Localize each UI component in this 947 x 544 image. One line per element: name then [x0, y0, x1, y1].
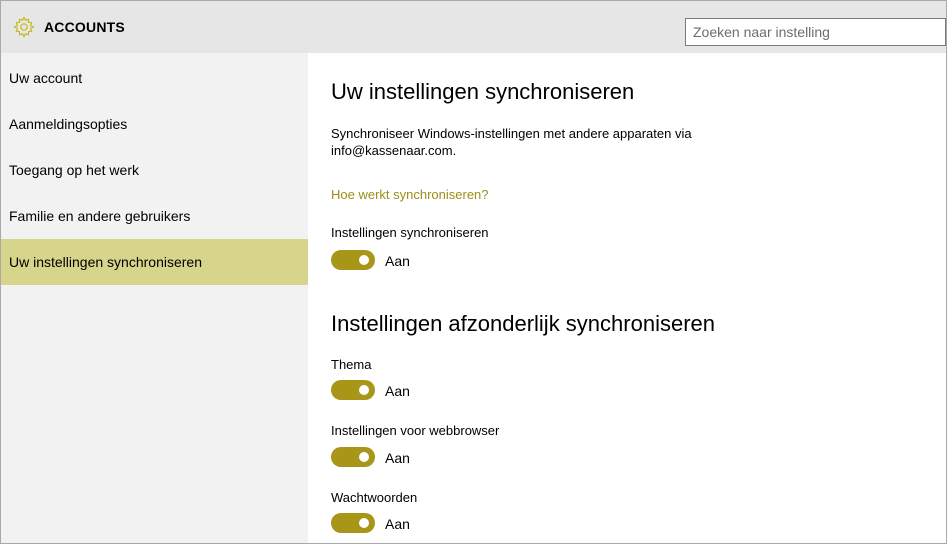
passwords-toggle[interactable]: [331, 513, 375, 533]
toggle-knob: [359, 255, 369, 265]
toggle-knob: [359, 452, 369, 462]
theme-state: Aan: [385, 383, 410, 399]
sync-description-line1: Synchroniseer Windows-instellingen met a…: [331, 126, 692, 141]
search-input[interactable]: Zoeken naar instelling: [685, 18, 946, 46]
sidebar-item-toegang-op-het-werk[interactable]: Toegang op het werk: [1, 147, 308, 193]
webbrowser-state: Aan: [385, 450, 410, 466]
webbrowser-label: Instellingen voor webbrowser: [331, 423, 500, 438]
theme-toggle[interactable]: [331, 380, 375, 400]
sync-settings-state: Aan: [385, 253, 410, 269]
header-bar: ACCOUNTS Zoeken naar instelling: [1, 1, 946, 53]
sync-setting-label: Instellingen synchroniseren: [331, 225, 489, 240]
sidebar-item-sync[interactable]: Uw instellingen synchroniseren: [1, 239, 308, 285]
sync-description-line2: info@kassenaar.com.: [331, 143, 457, 158]
page-title: Uw instellingen synchroniseren: [331, 79, 635, 104]
gear-icon: [13, 16, 35, 38]
passwords-label: Wachtwoorden: [331, 490, 418, 505]
sync-settings-toggle[interactable]: [331, 250, 375, 270]
webbrowser-toggle[interactable]: [331, 447, 375, 467]
toggle-knob: [359, 385, 369, 395]
passwords-state: Aan: [385, 516, 410, 532]
toggle-knob: [359, 518, 369, 528]
main-content: Uw instellingen synchroniseren Synchroni…: [308, 53, 946, 543]
theme-label: Thema: [331, 357, 372, 372]
help-link[interactable]: Hoe werkt synchroniseren?: [331, 186, 489, 203]
sidebar-item-familie[interactable]: Familie en andere gebruikers: [1, 193, 308, 239]
section-title: Instellingen afzonderlijk synchroniseren: [331, 311, 715, 336]
sidebar: Uw account Aanmeldingsopties Toegang op …: [1, 53, 308, 543]
app-title: ACCOUNTS: [44, 19, 125, 35]
sidebar-item-uw-account[interactable]: Uw account: [1, 55, 308, 101]
sync-description: Synchroniseer Windows-instellingen met a…: [331, 125, 692, 159]
settings-window: ACCOUNTS Zoeken naar instelling Uw accou…: [0, 0, 947, 544]
sidebar-item-aanmeldingsopties[interactable]: Aanmeldingsopties: [1, 101, 308, 147]
